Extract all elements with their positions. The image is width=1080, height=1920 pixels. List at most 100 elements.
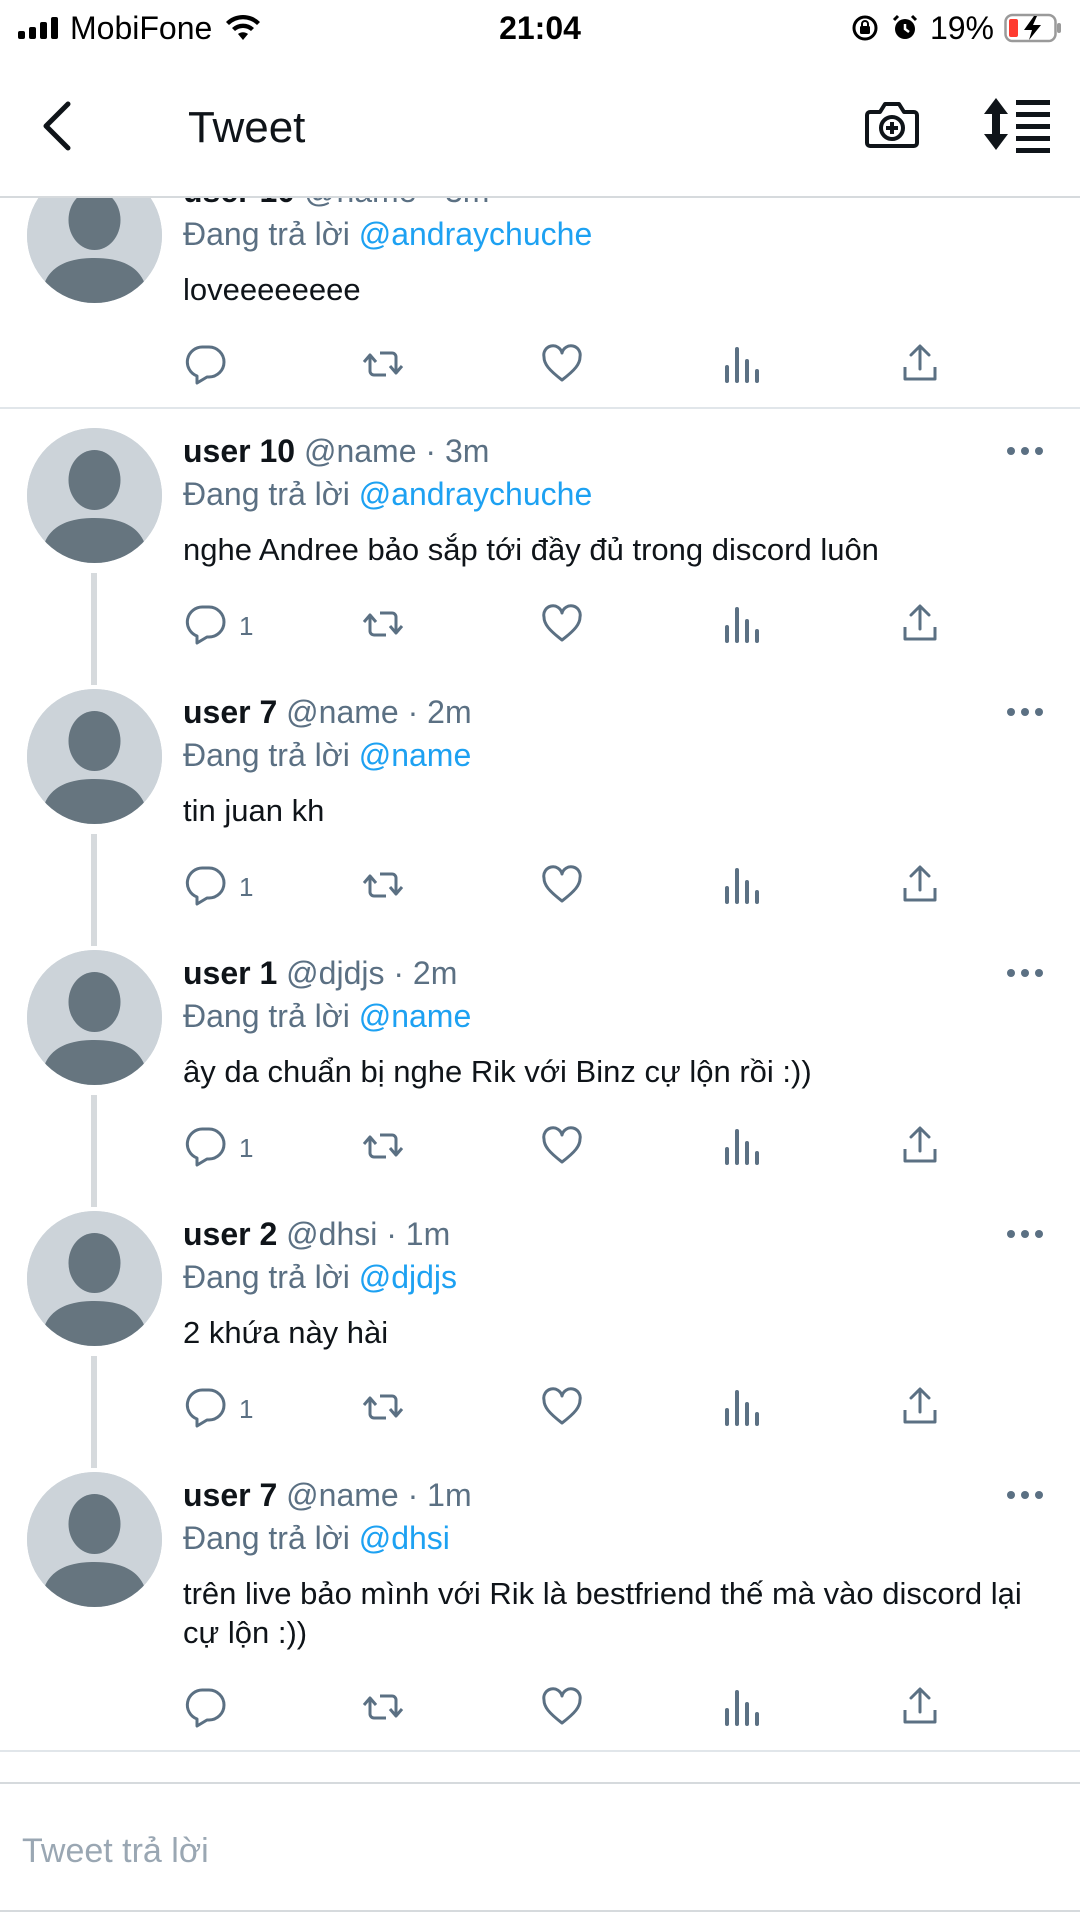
more-options-icon[interactable] <box>1005 1227 1045 1241</box>
avatar[interactable] <box>27 1472 162 1607</box>
views-button[interactable] <box>719 601 765 651</box>
share-button[interactable] <box>897 862 943 912</box>
like-button[interactable] <box>539 601 585 651</box>
bar-chart-icon <box>719 341 765 392</box>
reply-count: 1 <box>239 1132 254 1163</box>
page-title: Tweet <box>188 103 306 152</box>
retweet-button[interactable] <box>360 862 406 912</box>
camera-plus-icon[interactable] <box>862 94 922 154</box>
reply-icon <box>183 1684 229 1735</box>
heart-icon <box>539 862 585 913</box>
handle-and-time: @name · 3m <box>304 198 489 209</box>
replying-to: Đang trả lời @name <box>183 996 471 1036</box>
status-bar: MobiFone 21:04 19% <box>0 0 1080 56</box>
reply-input[interactable] <box>22 1826 1052 1876</box>
share-icon <box>897 601 943 652</box>
replying-to: Đang trả lời @name <box>183 735 471 775</box>
retweet-button[interactable] <box>360 1684 406 1734</box>
thread-line <box>91 573 97 685</box>
views-button[interactable] <box>719 1384 765 1434</box>
reply-button[interactable]: 1 <box>183 862 253 912</box>
retweet-icon <box>360 862 406 913</box>
retweet-icon <box>360 1384 406 1435</box>
replying-to: Đang trả lời @dhsi <box>183 1518 450 1558</box>
share-button[interactable] <box>897 1123 943 1173</box>
tweet-actions: 1 <box>183 1123 943 1173</box>
share-icon <box>897 862 943 913</box>
sort-icon[interactable] <box>982 94 1054 154</box>
share-button[interactable] <box>897 1684 943 1734</box>
heart-icon <box>539 1684 585 1735</box>
reply-count: 1 <box>239 1393 254 1424</box>
mention-link[interactable]: @dhsi <box>359 1520 450 1556</box>
user-display-name[interactable]: user 7 <box>183 694 277 730</box>
more-options-icon[interactable] <box>1005 966 1045 980</box>
replies-feed[interactable]: user 10 @name · 3m Đang trả lời @andraych… <box>0 198 1080 1782</box>
share-button[interactable] <box>897 1384 943 1434</box>
retweet-button[interactable] <box>360 1123 406 1173</box>
thread-line <box>91 834 97 946</box>
avatar[interactable] <box>27 198 162 303</box>
mention-link[interactable]: @andraychuche <box>359 216 593 252</box>
reply-button[interactable]: 1 <box>183 601 253 651</box>
handle-and-time: @name · 3m <box>303 433 490 469</box>
tweet-actions <box>183 1684 943 1734</box>
views-button[interactable] <box>719 341 765 391</box>
reply-icon <box>183 1384 229 1435</box>
tweet-header: user 2 @dhsi · 1m <box>183 1214 450 1254</box>
retweet-button[interactable] <box>360 601 406 651</box>
tweet-header: user 7 @name · 1m <box>183 1475 472 1515</box>
reply-icon <box>183 1123 229 1174</box>
avatar[interactable] <box>27 1211 162 1346</box>
mention-link[interactable]: @name <box>359 998 472 1034</box>
back-icon[interactable] <box>34 96 84 156</box>
like-button[interactable] <box>539 1684 585 1734</box>
reply-icon <box>183 862 229 913</box>
user-display-name[interactable]: user 7 <box>183 1477 277 1513</box>
views-button[interactable] <box>719 862 765 912</box>
retweet-icon <box>360 1123 406 1174</box>
retweet-icon <box>360 1684 406 1735</box>
user-display-name[interactable]: user 1 <box>183 955 277 991</box>
more-options-icon[interactable] <box>1005 1488 1045 1502</box>
bar-chart-icon <box>719 1123 765 1174</box>
like-button[interactable] <box>539 1384 585 1434</box>
mention-link[interactable]: @name <box>359 737 472 773</box>
replying-to-label: Đang trả lời <box>183 476 350 512</box>
share-button[interactable] <box>897 341 943 391</box>
reply-button[interactable]: 1 <box>183 1123 253 1173</box>
navigation-bar: Tweet <box>0 56 1080 198</box>
reply-button[interactable] <box>183 341 239 391</box>
tweet-text: 2 khứa này hài <box>183 1315 389 1350</box>
bar-chart-icon <box>719 1684 765 1735</box>
more-options-icon[interactable] <box>1005 444 1045 458</box>
replying-to: Đang trả lời @andraychuche <box>183 474 592 514</box>
battery-charging-icon <box>1004 13 1061 43</box>
avatar[interactable] <box>27 428 162 563</box>
divider <box>0 1910 1080 1912</box>
avatar[interactable] <box>27 689 162 824</box>
user-display-name[interactable]: user 10 <box>183 433 295 469</box>
mention-link[interactable]: @andraychuche <box>359 476 593 512</box>
tweet-header: user 1 @djdjs · 2m <box>183 953 457 993</box>
share-button[interactable] <box>897 601 943 651</box>
share-icon <box>897 1123 943 1174</box>
reply-button[interactable]: 1 <box>183 1384 253 1434</box>
like-button[interactable] <box>539 341 585 391</box>
more-options-icon[interactable] <box>1005 705 1045 719</box>
battery-percentage: 19% <box>929 9 994 46</box>
alarm-icon <box>892 14 918 39</box>
like-button[interactable] <box>539 862 585 912</box>
reply-button[interactable] <box>183 1684 239 1734</box>
retweet-button[interactable] <box>360 1384 406 1434</box>
views-button[interactable] <box>719 1684 765 1734</box>
mention-link[interactable]: @djdjs <box>359 1259 457 1295</box>
views-button[interactable] <box>719 1123 765 1173</box>
user-display-name[interactable]: user 2 <box>183 1216 277 1252</box>
avatar[interactable] <box>27 950 162 1085</box>
retweet-button[interactable] <box>360 341 406 391</box>
handle-and-time: @djdjs · 2m <box>286 955 458 991</box>
like-button[interactable] <box>539 1123 585 1173</box>
replying-to-label: Đang trả lời <box>183 1520 350 1556</box>
user-display-name[interactable]: user 10 <box>183 198 295 209</box>
